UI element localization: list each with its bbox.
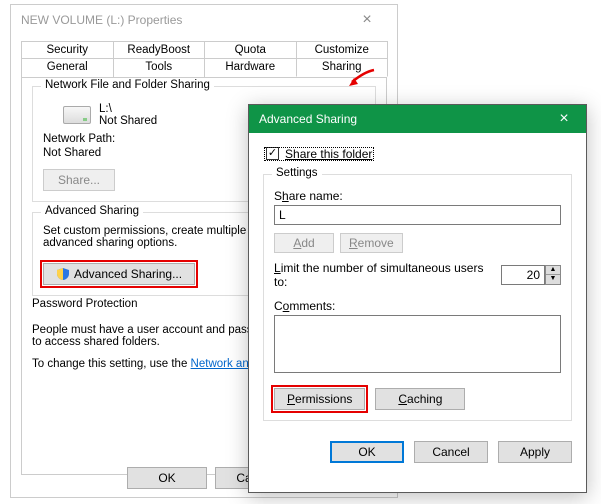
tab-security[interactable]: Security (21, 41, 114, 59)
tab-general[interactable]: General (21, 58, 114, 77)
apply-button[interactable]: Apply (498, 441, 572, 463)
advanced-sharing-button-label: Advanced Sharing... (74, 267, 182, 281)
properties-titlebar[interactable]: NEW VOLUME (L:) Properties × (11, 5, 397, 35)
advanced-sharing-button[interactable]: Advanced Sharing... (43, 263, 195, 285)
tab-strip: Security ReadyBoost Quota Customize Gene… (21, 41, 387, 77)
settings-title: Settings (272, 167, 322, 179)
chevron-up-icon[interactable]: ▲ (546, 266, 560, 275)
share-name-input[interactable] (274, 205, 561, 225)
add-button[interactable]: Add (274, 233, 334, 253)
tab-readyboost[interactable]: ReadyBoost (113, 41, 206, 59)
close-icon[interactable]: × (347, 6, 387, 34)
limit-users-input[interactable] (501, 265, 545, 285)
ok-button[interactable]: OK (330, 441, 404, 463)
settings-group: Settings Share name: Add Remove Limit th… (263, 174, 572, 421)
share-this-folder-label: Share this folder (285, 147, 372, 161)
share-this-folder-checkbox[interactable]: ✓ Share this folder (263, 146, 375, 162)
checkbox-icon: ✓ (266, 147, 279, 160)
group-network-sharing-title: Network File and Folder Sharing (41, 79, 214, 91)
permissions-button[interactable]: Permissions (274, 388, 365, 410)
advanced-sharing-titlebar[interactable]: Advanced Sharing × (249, 105, 586, 133)
share-button[interactable]: Share... (43, 169, 115, 191)
group-advanced-sharing-title: Advanced Sharing (41, 205, 143, 217)
tab-customize[interactable]: Customize (296, 41, 389, 59)
shield-icon (56, 267, 70, 281)
properties-title: NEW VOLUME (L:) Properties (21, 13, 182, 27)
advanced-sharing-title: Advanced Sharing (259, 112, 357, 126)
remove-button[interactable]: Remove (340, 233, 403, 253)
close-icon[interactable]: × (542, 105, 586, 133)
caching-button[interactable]: Caching (375, 388, 465, 410)
comments-input[interactable] (274, 315, 561, 373)
group-password-title: Password Protection (32, 298, 141, 310)
properties-ok-button[interactable]: OK (127, 467, 207, 489)
drive-icon (63, 106, 91, 124)
spinner-buttons[interactable]: ▲ ▼ (545, 265, 561, 285)
drive-label: L:\ (99, 103, 157, 115)
advanced-sharing-dialog: Advanced Sharing × ✓ Share this folder S… (248, 104, 587, 493)
cancel-button[interactable]: Cancel (414, 441, 488, 463)
comments-label: Comments: (274, 299, 561, 313)
advanced-sharing-bottom-buttons: OK Cancel Apply (249, 431, 586, 473)
tab-tools[interactable]: Tools (113, 58, 206, 77)
tab-hardware[interactable]: Hardware (204, 58, 297, 77)
tab-sharing[interactable]: Sharing (296, 58, 389, 77)
limit-users-label: Limit the number of simultaneous users t… (274, 261, 491, 289)
drive-status: Not Shared (99, 115, 157, 127)
share-name-label: Share name: (274, 189, 561, 203)
chevron-down-icon[interactable]: ▼ (546, 275, 560, 284)
tab-quota[interactable]: Quota (204, 41, 297, 59)
